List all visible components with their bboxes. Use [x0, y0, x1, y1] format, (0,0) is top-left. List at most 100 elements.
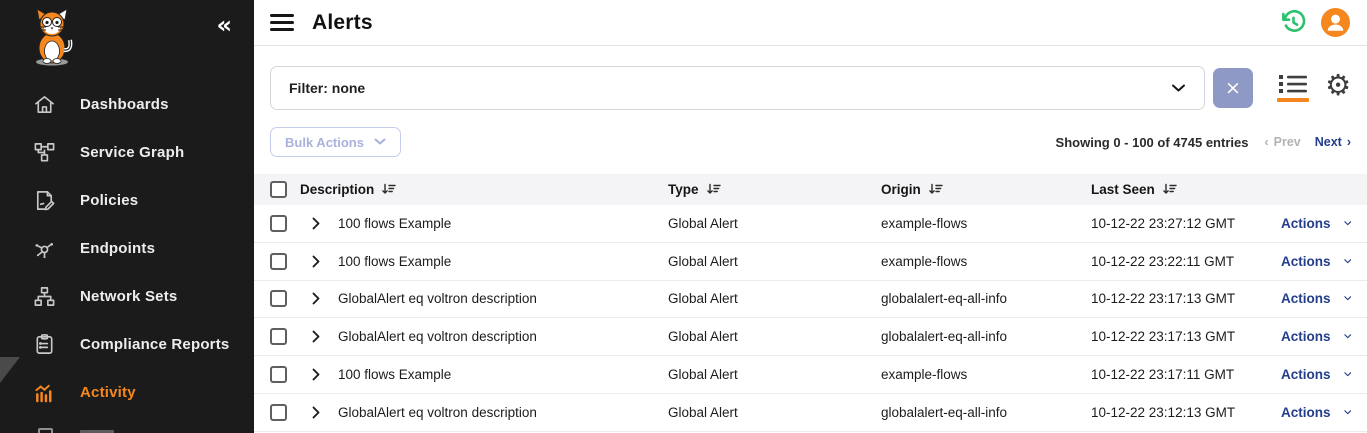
close-icon: ×: [1225, 79, 1241, 98]
table-row: GlobalAlert eq voltron description Globa…: [254, 318, 1367, 356]
actions-menu[interactable]: Actions: [1281, 254, 1351, 269]
service-graph-icon: [30, 139, 58, 165]
pagination-next[interactable]: Next ›: [1315, 135, 1351, 149]
filter-value: Filter: none: [289, 80, 365, 96]
sidebar-item-activity[interactable]: Activity: [0, 368, 254, 416]
table-row: 100 flows Example Global Alert example-f…: [254, 243, 1367, 281]
expand-row-icon[interactable]: [312, 217, 338, 230]
expand-row-icon[interactable]: [312, 292, 338, 305]
actions-menu[interactable]: Actions: [1281, 291, 1351, 306]
sidebar-item-dashboards[interactable]: Dashboards: [0, 80, 254, 128]
select-all-checkbox[interactable]: [270, 181, 287, 198]
activity-icon: [30, 379, 58, 405]
expand-row-icon[interactable]: [312, 368, 338, 381]
expand-row-icon[interactable]: [312, 330, 338, 343]
main-content: Alerts Filter: none ×: [254, 0, 1367, 433]
pagination-prev[interactable]: ‹ Prev: [1264, 135, 1300, 149]
bulk-actions-label: Bulk Actions: [285, 135, 364, 150]
home-icon: [30, 91, 58, 117]
table-row: GlobalAlert eq voltron description Globa…: [254, 394, 1367, 432]
sort-descending-icon: [1162, 183, 1177, 196]
sidebar-item-partial: [0, 425, 254, 433]
alert-origin: globalalert-eq-all-info: [881, 405, 1091, 420]
column-header-type[interactable]: Type: [668, 182, 881, 197]
sidebar-item-policies[interactable]: Policies: [0, 176, 254, 224]
chevron-down-icon: [1171, 83, 1186, 93]
expand-row-icon[interactable]: [312, 255, 338, 268]
sidebar-item-label: Activity: [80, 384, 136, 401]
compliance-reports-icon: [30, 331, 58, 357]
bulk-actions-button[interactable]: Bulk Actions: [270, 127, 401, 157]
row-checkbox[interactable]: [270, 290, 287, 307]
sidebar: « Dashboards Service Graph Policies: [0, 0, 254, 433]
alert-origin: globalalert-eq-all-info: [881, 329, 1091, 344]
alert-type: Global Alert: [668, 291, 881, 306]
endpoints-icon: [30, 235, 58, 261]
alert-origin: example-flows: [881, 367, 1091, 382]
column-header-last-seen[interactable]: Last Seen: [1091, 182, 1281, 197]
alert-description: 100 flows Example: [338, 367, 668, 382]
alert-description: 100 flows Example: [338, 254, 668, 269]
sidebar-item-label: Service Graph: [80, 144, 184, 161]
list-view-icon: [1278, 74, 1308, 95]
row-checkbox[interactable]: [270, 215, 287, 232]
alert-origin: example-flows: [881, 216, 1091, 231]
settings-gear-icon[interactable]: ⚙: [1325, 71, 1351, 106]
clear-filter-button[interactable]: ×: [1213, 68, 1253, 108]
sidebar-item-network-sets[interactable]: Network Sets: [0, 272, 254, 320]
filter-dropdown[interactable]: Filter: none: [270, 66, 1205, 110]
page-title: Alerts: [312, 11, 373, 35]
alert-last-seen: 10-12-22 23:17:13 GMT: [1091, 329, 1281, 344]
actions-menu[interactable]: Actions: [1281, 216, 1351, 231]
sidebar-item-label: Compliance Reports: [80, 336, 229, 353]
actions-menu[interactable]: Actions: [1281, 329, 1351, 344]
table-header-row: Description Type Origin Last Seen: [254, 174, 1367, 205]
sidebar-item-label: Network Sets: [80, 288, 177, 305]
alert-type: Global Alert: [668, 216, 881, 231]
alert-type: Global Alert: [668, 329, 881, 344]
actions-menu[interactable]: Actions: [1281, 367, 1351, 382]
alert-description: GlobalAlert eq voltron description: [338, 329, 668, 344]
table-row: 100 flows Example Global Alert example-f…: [254, 356, 1367, 394]
alert-description: GlobalAlert eq voltron description: [338, 291, 668, 306]
hamburger-icon[interactable]: [270, 14, 294, 31]
column-header-origin[interactable]: Origin: [881, 182, 1091, 197]
column-header-description[interactable]: Description: [300, 182, 668, 197]
alerts-table: Description Type Origin Last Seen: [254, 174, 1367, 432]
alert-last-seen: 10-12-22 23:17:13 GMT: [1091, 291, 1281, 306]
chevron-down-icon: [1344, 332, 1351, 341]
sidebar-nav: Dashboards Service Graph Policies Endpoi…: [0, 80, 254, 416]
sidebar-item-label: Endpoints: [80, 240, 155, 257]
chevron-down-icon: [1344, 408, 1351, 417]
alert-type: Global Alert: [668, 405, 881, 420]
partial-icon: [38, 428, 53, 433]
alert-type: Global Alert: [668, 367, 881, 382]
alert-last-seen: 10-12-22 23:27:12 GMT: [1091, 216, 1281, 231]
chevron-down-icon: [1344, 257, 1351, 266]
row-checkbox[interactable]: [270, 366, 287, 383]
active-view-underline: [1277, 98, 1309, 102]
row-checkbox[interactable]: [270, 253, 287, 270]
pagination-summary: Showing 0 - 100 of 4745 entries: [1056, 135, 1249, 150]
row-checkbox[interactable]: [270, 404, 287, 421]
sidebar-item-service-graph[interactable]: Service Graph: [0, 128, 254, 176]
expand-row-icon[interactable]: [312, 406, 338, 419]
list-view-toggle[interactable]: [1277, 74, 1309, 102]
sidebar-item-label: Policies: [80, 192, 138, 209]
toolbar-row: Bulk Actions Showing 0 - 100 of 4745 ent…: [254, 127, 1367, 157]
row-checkbox[interactable]: [270, 328, 287, 345]
sidebar-item-compliance-reports[interactable]: Compliance Reports: [0, 320, 254, 368]
user-avatar-icon[interactable]: [1320, 7, 1351, 38]
sidebar-item-endpoints[interactable]: Endpoints: [0, 224, 254, 272]
actions-menu[interactable]: Actions: [1281, 405, 1351, 420]
chevron-down-icon: [1344, 219, 1351, 228]
filter-row: Filter: none × ⚙: [254, 66, 1367, 110]
alert-type: Global Alert: [668, 254, 881, 269]
history-icon[interactable]: [1280, 9, 1307, 36]
chevron-down-icon: [374, 138, 386, 146]
sort-descending-icon: [928, 183, 943, 196]
table-row: 100 flows Example Global Alert example-f…: [254, 205, 1367, 243]
policies-icon: [30, 187, 58, 213]
sidebar-collapse-icon[interactable]: «: [216, 13, 232, 37]
chevron-right-icon: ›: [1347, 135, 1351, 149]
